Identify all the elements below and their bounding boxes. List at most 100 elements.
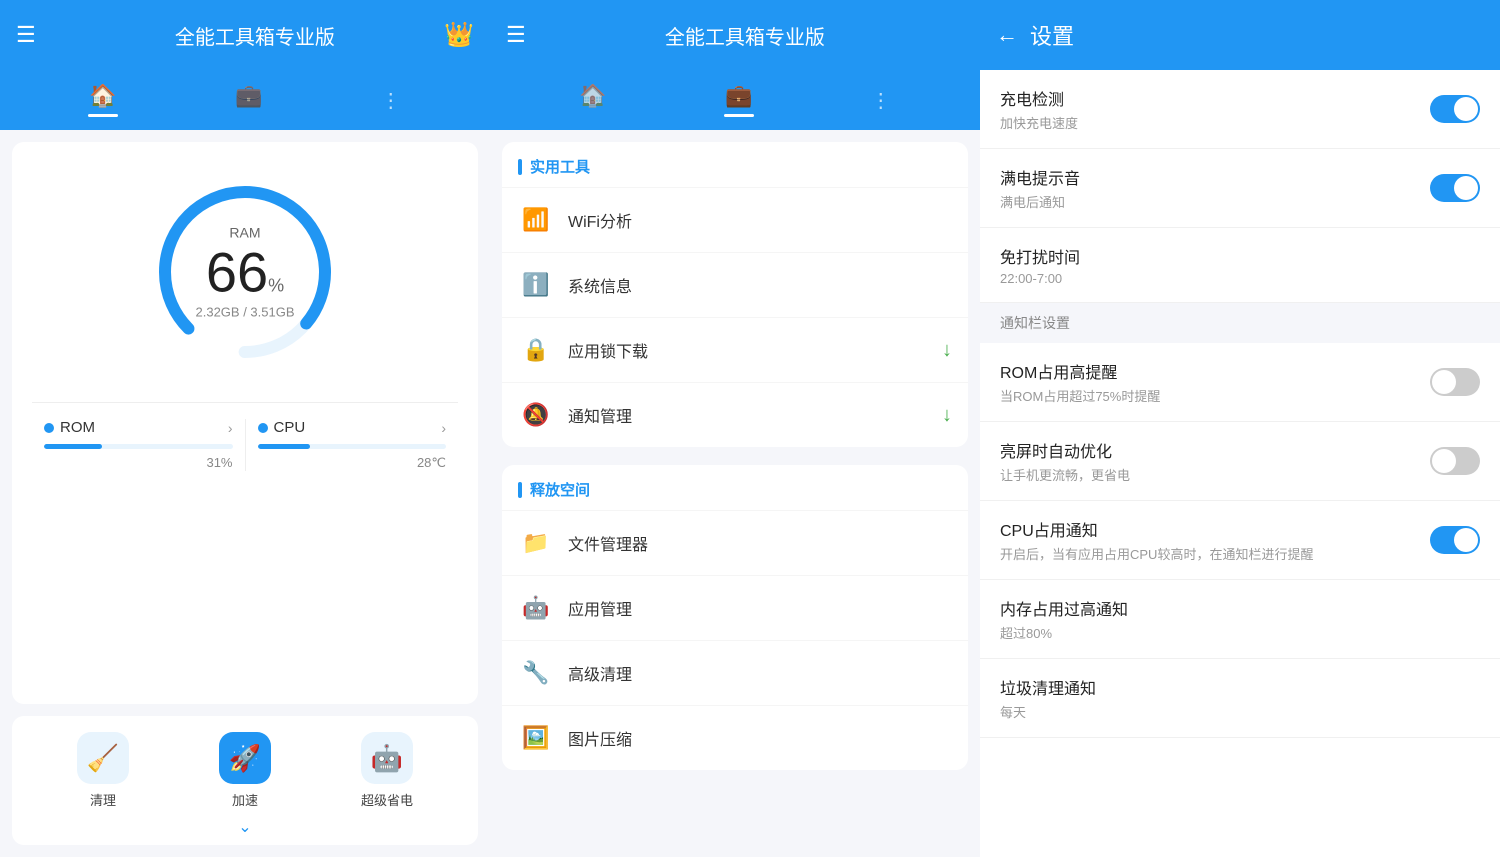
cpu-notify-title: CPU占用通知 — [1000, 517, 1430, 541]
action-speed[interactable]: 🚀 加速 ⌄ — [219, 732, 271, 837]
home-icon-p2: 🏠 — [579, 83, 606, 109]
cpu-arrow: › — [441, 420, 446, 436]
stat-cpu-name: CPU — [258, 419, 306, 436]
settings-cpu-notify[interactable]: CPU占用通知 开启后，当有应用占用CPU较高时，在通知栏进行提醒 — [980, 501, 1500, 580]
notify-icon: 🔕 — [518, 397, 554, 433]
cpu-notify-toggle[interactable] — [1430, 526, 1480, 554]
panel2-tabs: 🏠 💼 ⋮ — [490, 70, 980, 130]
stat-cpu[interactable]: CPU › 28℃ — [245, 419, 459, 471]
tool-sysinfo[interactable]: ℹ️ 系统信息 — [502, 252, 968, 317]
speed-label: 加速 — [232, 790, 258, 809]
panel1-tabs: 🏠 💼 ⋮ — [0, 70, 490, 130]
no-disturb-text: 免打扰时间 22:00-7:00 — [1000, 244, 1480, 286]
stat-rom-name: ROM — [44, 419, 95, 436]
tools-icon-p1: 💼 — [235, 83, 262, 109]
cpu-bar-bg — [258, 444, 447, 449]
mem-high-text: 内存占用过高通知 超过80% — [1000, 596, 1480, 642]
tool-filemanager[interactable]: 📁 文件管理器 — [502, 510, 968, 575]
settings-rom-high[interactable]: ROM占用高提醒 当ROM占用超过75%时提醒 — [980, 343, 1500, 422]
stat-rom[interactable]: ROM › 31% — [32, 419, 245, 471]
tab-home-p2[interactable]: 🏠 — [579, 83, 606, 117]
clean-label: 清理 — [90, 790, 116, 809]
cpu-value: 28℃ — [258, 455, 447, 471]
stats-row: ROM › 31% CPU › — [32, 402, 458, 471]
panel2-header: ☰ 全能工具箱专业版 — [490, 0, 980, 70]
action-bar: 🧹 清理 🚀 加速 ⌄ 🤖 超级省电 — [12, 716, 478, 845]
cpu-bar-fill — [258, 444, 311, 449]
screen-opt-toggle[interactable] — [1430, 447, 1480, 475]
tab-more-p2[interactable]: ⋮ — [871, 88, 891, 113]
filemanager-label: 文件管理器 — [568, 531, 952, 555]
applock-badge: ↓ — [942, 339, 952, 362]
clean-icon-wrap: 🧹 — [77, 732, 129, 784]
advclean-label: 高级清理 — [568, 661, 952, 685]
charge-detect-toggle[interactable] — [1430, 95, 1480, 123]
full-sound-text: 满电提示音 满电后通知 — [1000, 165, 1430, 211]
gauge-percent: % — [268, 276, 284, 297]
save-power-icon-wrap: 🤖 — [361, 732, 413, 784]
full-sound-toggle[interactable] — [1430, 174, 1480, 202]
panel-1: ☰ 全能工具箱专业版 👑 🏠 💼 ⋮ RAM 66 % — [0, 0, 490, 857]
settings-charge-detect[interactable]: 充电检测 加快充电速度 — [980, 70, 1500, 149]
junk-clean-sub: 每天 — [1000, 702, 1480, 721]
save-power-label: 超级省电 — [361, 790, 413, 809]
imgcompress-label: 图片压缩 — [568, 726, 952, 750]
sysinfo-icon: ℹ️ — [518, 267, 554, 303]
speed-icon-wrap: 🚀 — [219, 732, 271, 784]
rom-high-toggle[interactable] — [1430, 368, 1480, 396]
crown-icon: 👑 — [444, 21, 474, 50]
sysinfo-label: 系统信息 — [568, 273, 952, 297]
panel2-title: 全能工具箱专业版 — [526, 21, 964, 50]
settings-full-sound[interactable]: 满电提示音 满电后通知 — [980, 149, 1500, 228]
applock-icon: 🔒 — [518, 332, 554, 368]
back-button[interactable]: ← — [996, 22, 1018, 48]
cpu-notify-text: CPU占用通知 开启后，当有应用占用CPU较高时，在通知栏进行提醒 — [1000, 517, 1430, 563]
settings-junk-clean[interactable]: 垃圾清理通知 每天 — [980, 659, 1500, 738]
appmanage-icon: 🤖 — [518, 590, 554, 626]
cpu-dot — [258, 423, 268, 433]
full-sound-sub: 满电后通知 — [1000, 192, 1430, 211]
screen-opt-sub: 让手机更流畅，更省电 — [1000, 465, 1430, 484]
rom-bar-bg — [44, 444, 233, 449]
rom-arrow: › — [228, 420, 233, 436]
home-icon-p1: 🏠 — [89, 83, 116, 109]
action-save-power[interactable]: 🤖 超级省电 — [361, 732, 413, 809]
settings-title: 设置 — [1030, 19, 1074, 51]
mem-high-sub: 超过80% — [1000, 623, 1480, 642]
tool-notify[interactable]: 🔕 通知管理 ↓ — [502, 382, 968, 447]
panel1-header: ☰ 全能工具箱专业版 👑 — [0, 0, 490, 70]
notify-badge: ↓ — [942, 404, 952, 427]
section-bar-2 — [518, 482, 522, 498]
panel1-main: RAM 66 % 2.32GB / 3.51GB ROM › — [12, 142, 478, 704]
tab-home-p1[interactable]: 🏠 — [89, 83, 116, 117]
charge-detect-title: 充电检测 — [1000, 86, 1430, 110]
tool-applock[interactable]: 🔒 应用锁下载 ↓ — [502, 317, 968, 382]
screen-opt-title: 亮屏时自动优化 — [1000, 438, 1430, 462]
rom-value: 31% — [44, 455, 233, 470]
action-clean[interactable]: 🧹 清理 — [77, 732, 129, 809]
ram-gauge: RAM 66 % 2.32GB / 3.51GB — [145, 172, 345, 372]
junk-clean-title: 垃圾清理通知 — [1000, 675, 1480, 699]
tool-imgcompress[interactable]: 🖼️ 图片压缩 — [502, 705, 968, 770]
cpu-notify-sub: 开启后，当有应用占用CPU较高时，在通知栏进行提醒 — [1000, 544, 1430, 563]
settings-no-disturb[interactable]: 免打扰时间 22:00-7:00 — [980, 228, 1500, 303]
applock-label: 应用锁下载 — [568, 338, 942, 362]
menu-icon-p2[interactable]: ☰ — [506, 22, 526, 48]
rom-high-sub: 当ROM占用超过75%时提醒 — [1000, 386, 1430, 405]
tool-appmanage[interactable]: 🤖 应用管理 — [502, 575, 968, 640]
tool-wifi[interactable]: 📶 WiFi分析 — [502, 187, 968, 252]
tab-tools-p1[interactable]: 💼 — [235, 83, 262, 117]
tab-tools-p2[interactable]: 💼 — [725, 83, 752, 117]
menu-icon[interactable]: ☰ — [16, 22, 36, 48]
settings-screen-opt[interactable]: 亮屏时自动优化 让手机更流畅，更省电 — [980, 422, 1500, 501]
settings-mem-high[interactable]: 内存占用过高通知 超过80% — [980, 580, 1500, 659]
junk-clean-text: 垃圾清理通知 每天 — [1000, 675, 1480, 721]
tab-more-p1[interactable]: ⋮ — [381, 88, 401, 113]
tool-advclean[interactable]: 🔧 高级清理 — [502, 640, 968, 705]
rom-bar-fill — [44, 444, 102, 449]
free-space-section: 释放空间 📁 文件管理器 🤖 应用管理 🔧 高级清理 🖼️ 图片压缩 — [502, 465, 968, 770]
charge-detect-sub: 加快充电速度 — [1000, 113, 1430, 132]
settings-header: ← 设置 — [980, 0, 1500, 70]
charge-detect-text: 充电检测 加快充电速度 — [1000, 86, 1430, 132]
utility-tools-section: 实用工具 📶 WiFi分析 ℹ️ 系统信息 🔒 应用锁下载 ↓ 🔕 通知管理 ↓ — [502, 142, 968, 447]
